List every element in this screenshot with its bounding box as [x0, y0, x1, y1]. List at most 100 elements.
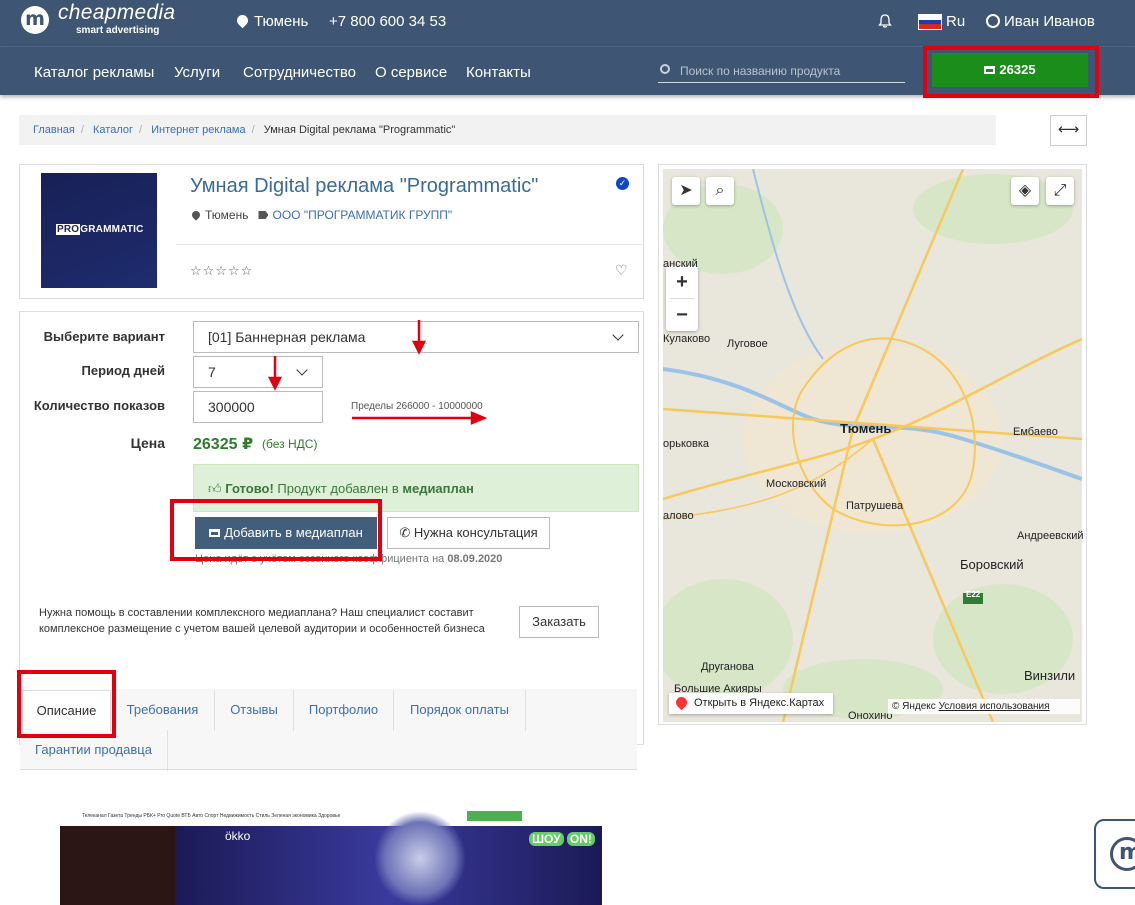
- bell-icon[interactable]: [878, 14, 892, 28]
- rating-stars[interactable]: ☆☆☆☆☆: [190, 263, 253, 279]
- location-pin-icon: [234, 12, 251, 29]
- russia-flag-icon[interactable]: [918, 14, 942, 30]
- product-image[interactable]: PROGRAMMATIC: [41, 173, 157, 288]
- period-value: 7: [208, 364, 216, 380]
- period-select[interactable]: 7: [193, 356, 323, 388]
- price-note: (без НДС): [262, 437, 318, 451]
- map-canvas[interactable]: [663, 169, 1082, 722]
- order-button[interactable]: Заказать: [519, 606, 599, 638]
- portfolio-preview-image[interactable]: Телеканал Газета Тренды РБК+ Pro Quote В…: [60, 806, 602, 905]
- price-value: 26325 ₽: [193, 436, 254, 453]
- favorite-heart-icon[interactable]: ♡: [615, 262, 628, 279]
- map-pin-icon: [673, 694, 690, 711]
- zoom-out-button[interactable]: −: [666, 299, 698, 331]
- breadcrumb-catalog[interactable]: Каталог: [93, 124, 133, 136]
- zoom-in-button[interactable]: +: [666, 266, 698, 298]
- chevron-down-icon: [612, 329, 624, 341]
- location-pin-icon: [190, 209, 202, 221]
- user-menu[interactable]: Иван Иванов: [986, 13, 1095, 30]
- tab-requirements[interactable]: Требования: [111, 690, 215, 731]
- search-icon: [660, 64, 670, 74]
- map-label: анский: [663, 258, 698, 270]
- preview-button: [467, 811, 522, 821]
- city-selector[interactable]: Тюмень: [234, 12, 309, 30]
- map-label: Винзили: [1024, 668, 1076, 683]
- map-search-button[interactable]: ⌕: [706, 177, 734, 205]
- map-label: Боровский: [960, 557, 1024, 572]
- variant-value: [01] Баннерная реклама: [208, 329, 366, 345]
- map-fullscreen-button[interactable]: ⤢: [1046, 177, 1074, 205]
- breadcrumb-home[interactable]: Главная: [33, 124, 75, 136]
- breadcrumb-internet-ads[interactable]: Интернет реклама: [151, 124, 245, 136]
- phone-icon: ✆: [399, 525, 411, 540]
- map-road-label: E22: [966, 590, 981, 599]
- alert-mediaplan-link[interactable]: медиаплан: [402, 481, 474, 496]
- map-city-label: Тюмень: [840, 421, 892, 436]
- expand-width-button[interactable]: ⟷: [1050, 115, 1087, 146]
- product-meta: Тюмень ООО "ПРОГРАММАТИК ГРУПП": [190, 208, 452, 222]
- language-label[interactable]: Ru: [946, 13, 965, 30]
- user-icon: [986, 14, 1000, 28]
- consult-button-label: Нужна консультация: [413, 525, 538, 540]
- nav-services[interactable]: Услуги: [174, 64, 220, 81]
- floating-logo-widget[interactable]: m: [1094, 819, 1135, 889]
- consultation-button[interactable]: ✆ Нужна консультация: [387, 517, 550, 549]
- preview-portrait: [375, 812, 465, 905]
- tab-reviews[interactable]: Отзывы: [215, 690, 294, 731]
- nav-about[interactable]: О сервисе: [375, 64, 447, 81]
- nav-contacts[interactable]: Контакты: [466, 64, 531, 81]
- map-label: Ембаево: [1013, 426, 1058, 438]
- nav-cooperation[interactable]: Сотрудничество: [243, 64, 356, 81]
- map-label: Онохино: [848, 710, 893, 722]
- map-layers-button[interactable]: ◈: [1011, 177, 1039, 205]
- variant-label: Выберите вариант: [43, 329, 165, 344]
- map-label: орьковка: [663, 438, 710, 450]
- terms-link[interactable]: Условия использования: [939, 701, 1050, 712]
- divider: [176, 244, 642, 245]
- preview-left-panel: [60, 826, 175, 905]
- thumbs-up-icon: 👍︎: [208, 481, 222, 496]
- preview-show: ШОУ ON!: [529, 832, 595, 846]
- season-date: 08.09.2020: [447, 553, 503, 565]
- map-label: Друганова: [701, 661, 754, 673]
- navigation-arrow-icon: ➤: [679, 182, 693, 199]
- tab-portfolio[interactable]: Портфолио: [294, 690, 394, 731]
- layers-icon: ◈: [1018, 182, 1032, 199]
- nav-catalog[interactable]: Каталог рекламы: [34, 64, 154, 81]
- map-label: Московский: [766, 478, 827, 490]
- logo-mark-icon: m: [1110, 837, 1135, 871]
- annotation-box-add-button: [170, 499, 382, 561]
- preview-brand: ökko: [225, 829, 251, 843]
- cart-button[interactable]: 26325: [932, 53, 1088, 87]
- variant-select[interactable]: [01] Баннерная реклама: [193, 321, 639, 353]
- shows-input[interactable]: 300000: [193, 391, 323, 423]
- product-title: Умная Digital реклама "Programmatic": [190, 175, 539, 197]
- fullscreen-icon: ⤢: [1053, 182, 1067, 199]
- geolocation-button[interactable]: ➤: [672, 177, 700, 205]
- phone-link[interactable]: +7 800 600 34 53: [329, 13, 446, 30]
- logo-name[interactable]: cheapmedia: [58, 1, 175, 25]
- price-label: Цена: [130, 435, 165, 451]
- user-name: Иван Иванов: [1004, 13, 1095, 30]
- open-in-yandex-link[interactable]: Открыть в Яндекс.Картах: [669, 693, 833, 714]
- arrows-horizontal-icon: ⟷: [1057, 121, 1080, 138]
- annotation-box-description-tab: [17, 670, 116, 738]
- tab-payment[interactable]: Порядок оплаты: [394, 690, 526, 731]
- open-in-yandex-label: Открыть в Яндекс.Картах: [694, 697, 825, 709]
- shows-label: Количество показов: [33, 398, 165, 413]
- logo-mark[interactable]: m: [21, 6, 49, 34]
- search-input[interactable]: [680, 61, 900, 81]
- alert-text: Продукт добавлен в: [273, 481, 403, 496]
- breadcrumb: Главная / Каталог / Интернет реклама / Умна…: [19, 115, 996, 145]
- company-link[interactable]: ООО "ПРОГРАММАТИК ГРУПП": [272, 208, 452, 222]
- map-panel: [658, 164, 1087, 725]
- product-city: Тюмень: [205, 208, 249, 222]
- search-box: [658, 61, 905, 83]
- chevron-down-icon: [296, 364, 308, 376]
- city-label: Тюмень: [254, 13, 309, 30]
- verified-check-icon: ✓: [616, 177, 629, 190]
- product-image-logo: PROGRAMMATIC: [56, 224, 144, 235]
- map-label: алово: [663, 510, 694, 522]
- period-label: Период дней: [81, 363, 165, 378]
- copyright-text: © Яндекс: [892, 701, 936, 712]
